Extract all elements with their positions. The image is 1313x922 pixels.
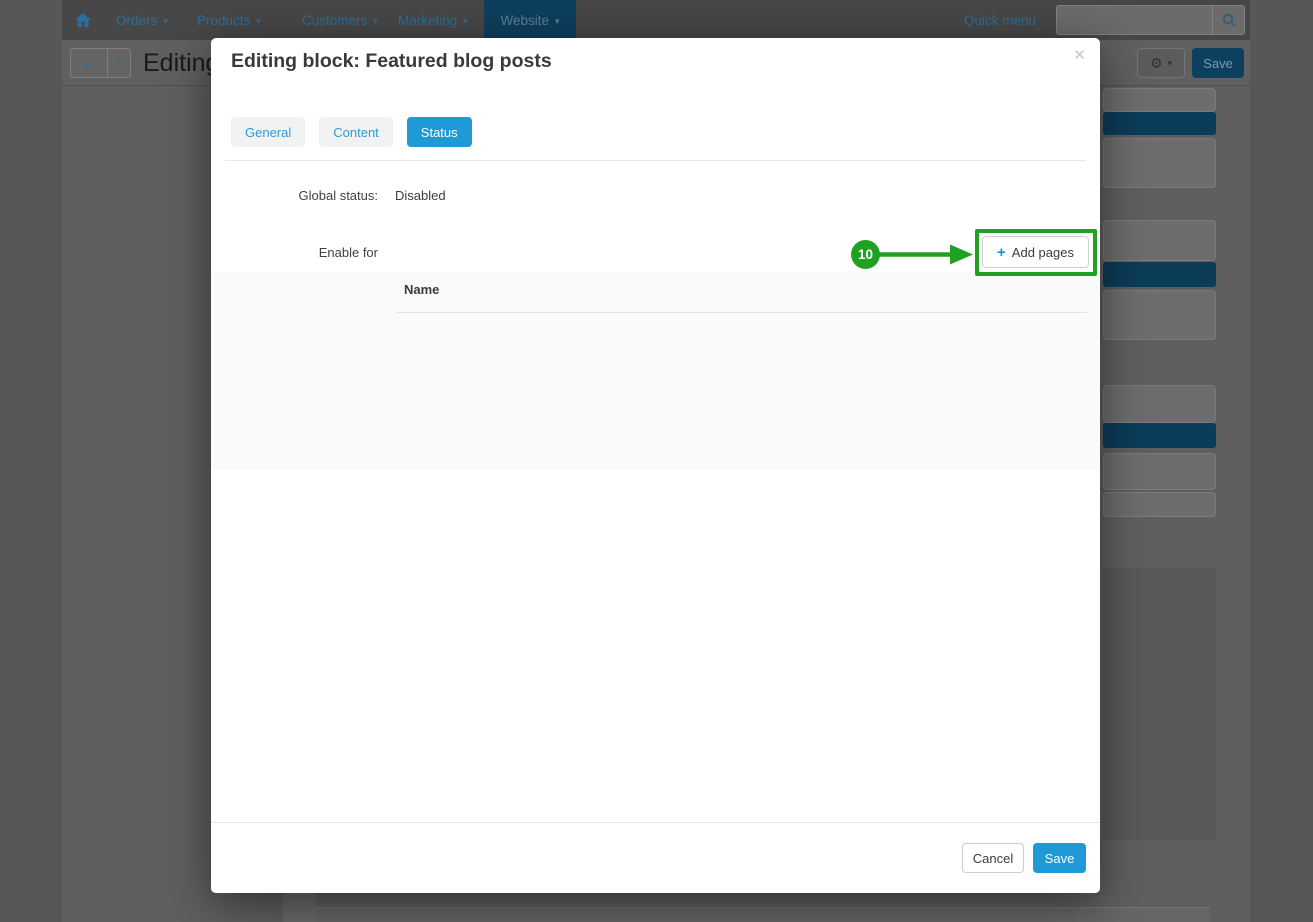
annotation-arrow-icon	[878, 244, 974, 265]
nav-item-label: Marketing	[398, 13, 457, 28]
chevron-down-icon: ▾	[373, 15, 378, 26]
nav-item-label: Orders	[116, 13, 157, 28]
dimmed-panel-bar	[1103, 262, 1216, 287]
quick-menu-label: Quick menu	[964, 13, 1036, 28]
navbar-search	[1056, 5, 1245, 35]
home-button[interactable]	[66, 0, 100, 40]
nav-item-website[interactable]: Website ▾	[484, 0, 576, 40]
search-button[interactable]	[1212, 5, 1245, 35]
global-status-label: Global status:	[211, 188, 378, 203]
settings-button[interactable]: ⚙ ▾	[1137, 48, 1185, 78]
back-button[interactable]: ←	[71, 49, 107, 77]
tab-content[interactable]: Content	[319, 117, 393, 147]
search-icon	[1222, 13, 1236, 27]
back-dropdown-button[interactable]: ▾	[107, 49, 130, 77]
nav-item-products[interactable]: Products ▾	[197, 0, 261, 40]
dimmed-panel	[1103, 385, 1216, 423]
chevron-down-icon: ▾	[1168, 58, 1173, 69]
save-button[interactable]: Save	[1033, 843, 1086, 873]
search-input[interactable]	[1056, 5, 1212, 35]
table-column-name: Name	[404, 282, 439, 297]
nav-item-label: Customers	[302, 13, 367, 28]
dimmed-panel	[1103, 568, 1216, 840]
table-header-divider	[397, 312, 1087, 313]
dimmed-panel-bar	[1103, 112, 1216, 135]
enable-for-label: Enable for	[211, 245, 378, 260]
tab-general[interactable]: General	[231, 117, 305, 147]
page-save-button[interactable]: Save	[1192, 48, 1244, 78]
dimmed-panel	[1103, 492, 1216, 517]
dimmed-panel	[1103, 453, 1216, 490]
screen: Orders ▾ Products ▾ Customers ▾ Marketin…	[0, 0, 1313, 922]
close-icon[interactable]: ✕	[1070, 43, 1089, 67]
home-icon	[75, 13, 91, 27]
chevron-down-icon: ▾	[256, 15, 261, 26]
cancel-button[interactable]: Cancel	[962, 843, 1024, 873]
modal-title: Editing block: Featured blog posts	[231, 50, 552, 73]
global-status-value: Disabled	[395, 188, 446, 203]
chevron-down-icon: ▾	[117, 58, 122, 69]
nav-item-label: Products	[197, 13, 250, 28]
quick-menu-link[interactable]: Quick menu	[964, 0, 1036, 40]
dimmed-panel	[283, 893, 316, 922]
tabs-divider	[225, 160, 1086, 161]
chevron-down-icon: ▾	[463, 15, 468, 26]
chevron-down-icon: ▾	[555, 15, 560, 26]
dimmed-panel	[1103, 88, 1216, 112]
modal-tabs: General Content Status	[231, 117, 472, 147]
editing-block-modal: Editing block: Featured blog posts ✕ Gen…	[211, 38, 1100, 893]
chevron-down-icon: ▾	[163, 15, 168, 26]
pages-table: Name	[211, 272, 1100, 470]
nav-item-customers[interactable]: Customers ▾	[302, 0, 378, 40]
annotation-step-badge: 10	[851, 240, 880, 269]
modal-footer: Cancel Save	[211, 822, 1100, 893]
top-navbar: Orders ▾ Products ▾ Customers ▾ Marketin…	[62, 0, 1250, 40]
annotation-highlight-box	[975, 229, 1097, 276]
dimmed-panel	[316, 907, 1210, 922]
dimmed-panel	[1103, 220, 1216, 261]
dimmed-panel	[1103, 290, 1216, 340]
back-arrow-icon: ←	[82, 55, 97, 72]
gear-icon: ⚙	[1150, 55, 1163, 72]
nav-item-orders[interactable]: Orders ▾	[116, 0, 168, 40]
dimmed-panel-bar	[1103, 423, 1216, 448]
nav-item-marketing[interactable]: Marketing ▾	[398, 0, 468, 40]
tab-status[interactable]: Status	[407, 117, 472, 147]
back-split-button: ← ▾	[70, 48, 131, 78]
nav-item-label: Website	[500, 13, 549, 28]
dimmed-panel	[1103, 138, 1216, 188]
